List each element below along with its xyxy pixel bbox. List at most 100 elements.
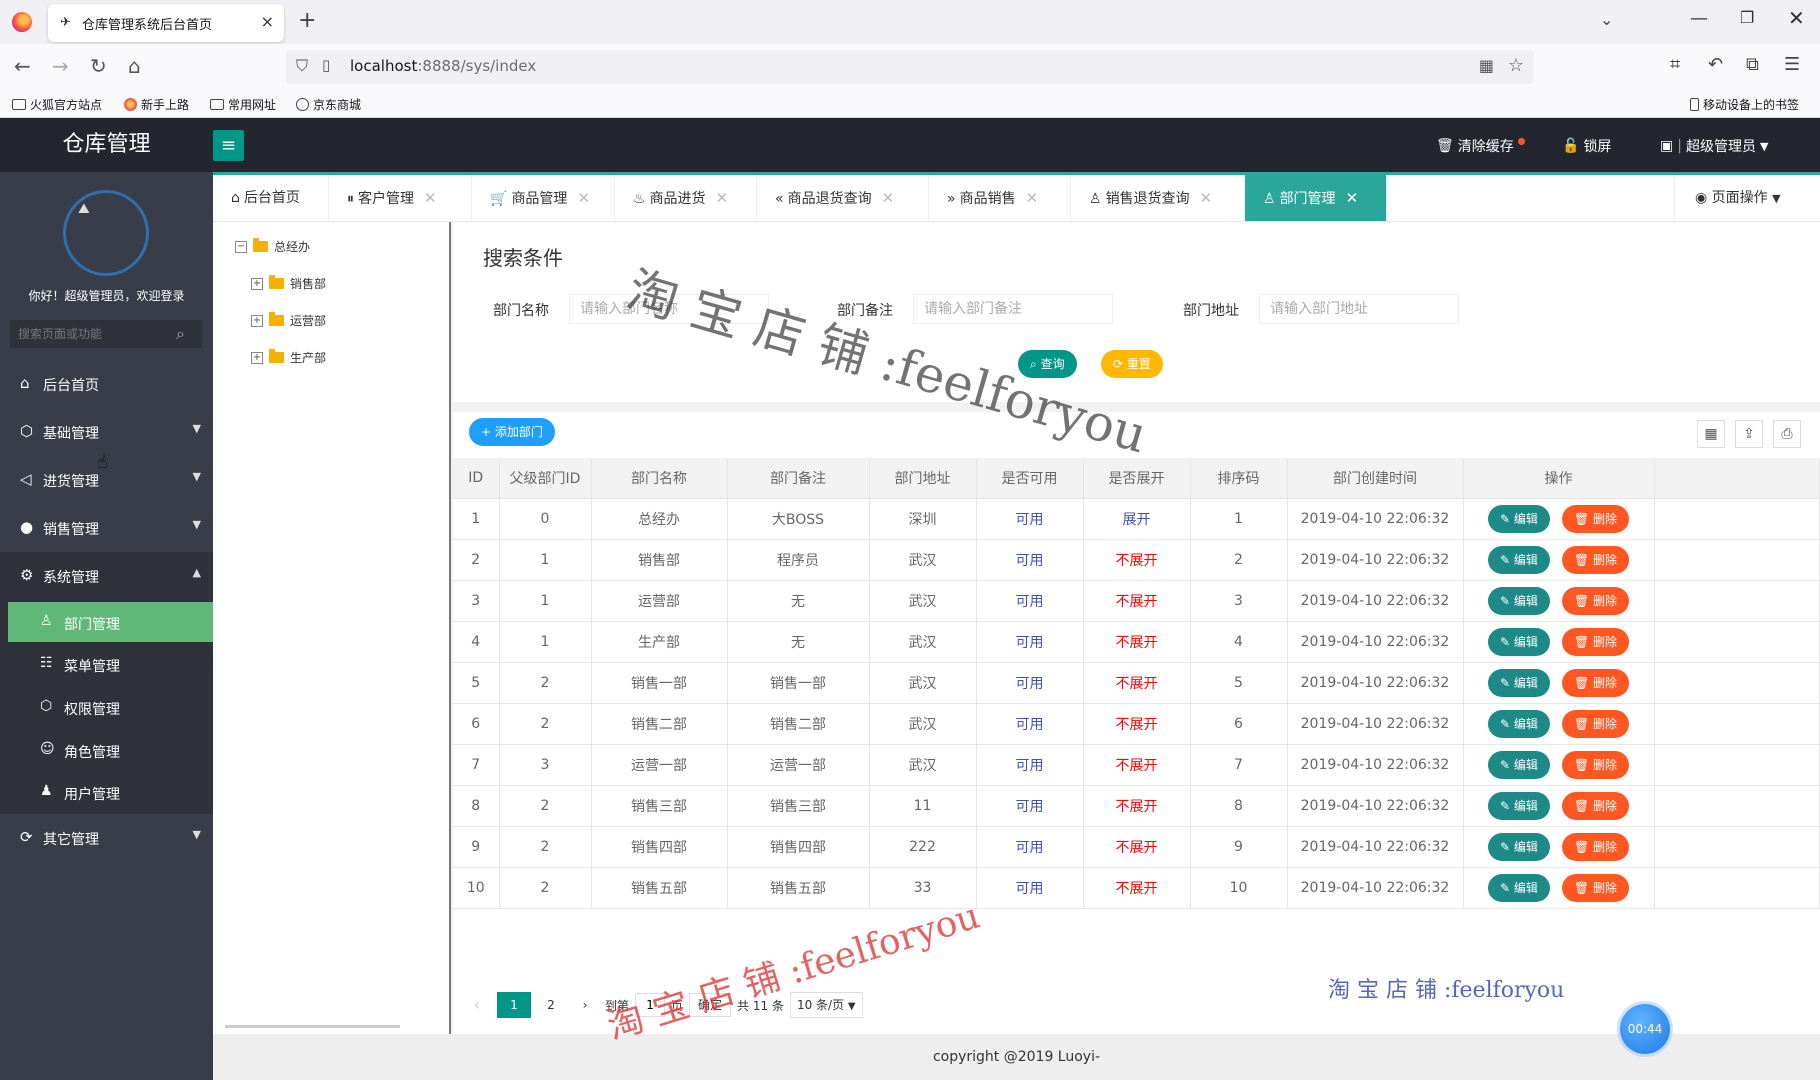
- tab-close-icon[interactable]: ✕: [1026, 189, 1039, 207]
- back-arrow-icon[interactable]: ←: [14, 54, 31, 78]
- col-header-order[interactable]: 排序码: [1190, 458, 1288, 499]
- edit-button[interactable]: ✎ 编辑: [1488, 709, 1550, 738]
- crop-icon[interactable]: ⌗: [1670, 54, 1680, 75]
- edit-button[interactable]: ✎ 编辑: [1488, 627, 1550, 656]
- menu-item-basic[interactable]: ⬡ 基础管理 ▼: [0, 408, 213, 456]
- table-row[interactable]: 9 2 销售四部 销售四部 222 可用 不展开 9 2019-04-10 22:06:32 ✎ …: [453, 826, 1820, 868]
- delete-button[interactable]: 🗑 删除: [1561, 668, 1629, 697]
- new-tab-button[interactable]: +: [298, 8, 316, 33]
- expand-icon[interactable]: +: [251, 351, 263, 364]
- bookmark-firefox-site[interactable]: 火狐官方站点: [12, 96, 102, 113]
- tab-close-icon[interactable]: ✕: [716, 189, 729, 207]
- tab-goods[interactable]: 🛒 商品管理 ✕: [472, 175, 615, 221]
- goto-page-input[interactable]: [635, 993, 666, 1017]
- lock-screen-button[interactable]: 🔓 锁屏: [1562, 136, 1611, 156]
- dept-name-input[interactable]: [569, 294, 769, 324]
- tab-close-icon[interactable]: ✕: [1200, 189, 1213, 207]
- forward-arrow-icon[interactable]: →: [52, 54, 69, 78]
- page-size-select[interactable]: 10 条/页 ▼: [789, 992, 863, 1018]
- menu-item-home[interactable]: ⌂ 后台首页: [0, 360, 213, 408]
- delete-button[interactable]: 🗑 删除: [1561, 504, 1629, 533]
- browser-tab-close-icon[interactable]: ×: [261, 12, 274, 31]
- prev-page-icon[interactable]: ‹: [463, 992, 491, 1018]
- edit-button[interactable]: ✎ 编辑: [1488, 832, 1550, 861]
- tree-horizontal-scrollbar[interactable]: [225, 1025, 400, 1028]
- edit-button[interactable]: ✎ 编辑: [1488, 791, 1550, 820]
- edit-button[interactable]: ✎ 编辑: [1488, 545, 1550, 574]
- delete-button[interactable]: 🗑 删除: [1561, 832, 1629, 861]
- table-row[interactable]: 8 2 销售三部 销售三部 11 可用 不展开 8 2019-04-10 22:06:32 ✎ 编…: [453, 785, 1820, 827]
- collapse-icon[interactable]: −: [235, 240, 247, 253]
- add-department-button[interactable]: + 添加部门: [469, 418, 555, 446]
- app-menu-icon[interactable]: ☰: [1784, 54, 1800, 75]
- dept-remark-input[interactable]: [913, 294, 1113, 324]
- url-bar[interactable]: ⛉ ▯ localhost:8888/sys/index ▦ ☆: [286, 50, 1534, 84]
- tabs-list-chevron-icon[interactable]: ⌄: [1600, 10, 1613, 29]
- delete-button[interactable]: 🗑 删除: [1561, 791, 1629, 820]
- table-row[interactable]: 10 2 销售五部 销售五部 33 可用 不展开 10 2019-04-10 22:06:32 ✎…: [453, 867, 1820, 909]
- tab-department[interactable]: ♙ 部门管理 ✕: [1245, 175, 1387, 221]
- col-header-name[interactable]: 部门名称: [591, 458, 728, 499]
- tree-node-production[interactable]: + 生产部: [251, 349, 326, 366]
- page-operation-menu[interactable]: ◉ 页面操作 ▼: [1674, 175, 1820, 221]
- col-header-available[interactable]: 是否可用: [976, 458, 1084, 499]
- avatar[interactable]: ⛰: [63, 190, 149, 276]
- delete-button[interactable]: 🗑 删除: [1561, 873, 1629, 902]
- dept-address-input[interactable]: [1259, 294, 1459, 324]
- menu-item-sales[interactable]: ● 销售管理 ▼: [0, 504, 213, 552]
- column-filter-icon[interactable]: ▦: [1697, 420, 1725, 448]
- col-header-remark[interactable]: 部门备注: [727, 458, 870, 499]
- sub-item-role[interactable]: ☺ 角色管理: [8, 730, 213, 770]
- edit-button[interactable]: ✎ 编辑: [1488, 586, 1550, 615]
- delete-button[interactable]: 🗑 删除: [1561, 545, 1629, 574]
- page-2[interactable]: 2: [537, 992, 565, 1018]
- tree-node-sales[interactable]: + 销售部: [251, 275, 326, 292]
- sub-item-menu[interactable]: ☷ 菜单管理: [8, 644, 213, 684]
- search-icon[interactable]: ⌕: [176, 324, 185, 344]
- firefox-logo-icon[interactable]: [12, 12, 32, 32]
- expand-icon[interactable]: +: [251, 277, 263, 290]
- col-header-address[interactable]: 部门地址: [869, 458, 977, 499]
- bookmark-mobile[interactable]: 移动设备上的书签: [1690, 96, 1799, 113]
- table-row[interactable]: 4 1 生产部无武汉 可用 不展开 4 2019-04-10 22:06:32 ✎ 编辑 🗑 删…: [453, 621, 1820, 663]
- window-restore-icon[interactable]: ❐: [1740, 8, 1754, 27]
- delete-button[interactable]: 🗑 删除: [1561, 627, 1629, 656]
- bookmark-jd[interactable]: 京东商城: [296, 96, 361, 113]
- sidebar-search-input[interactable]: [10, 320, 202, 348]
- page-info-icon[interactable]: ▯: [322, 56, 330, 74]
- timer-badge[interactable]: 00:44: [1620, 1004, 1670, 1054]
- window-close-icon[interactable]: ✕: [1788, 6, 1805, 30]
- clear-cache-button[interactable]: 🗑 清除缓存: [1436, 136, 1525, 156]
- reload-icon[interactable]: ↻: [90, 54, 107, 78]
- menu-toggle-button[interactable]: ≡: [213, 130, 244, 161]
- tab-goods-purchase[interactable]: ♨ 商品进货 ✕: [615, 175, 757, 221]
- browser-tab[interactable]: ✈ 仓库管理系统后台首页 ×: [48, 4, 284, 42]
- bookmark-getting-started[interactable]: 新手上路: [124, 96, 189, 113]
- goto-confirm-button[interactable]: 确定: [689, 993, 732, 1017]
- edit-button[interactable]: ✎ 编辑: [1488, 668, 1550, 697]
- window-minimize-icon[interactable]: —: [1690, 8, 1708, 29]
- tab-close-icon[interactable]: ✕: [424, 189, 437, 207]
- tab-sales-return-query[interactable]: ♙ 销售退货查询 ✕: [1071, 175, 1245, 221]
- print-icon[interactable]: ⎙: [1773, 420, 1801, 448]
- tab-home[interactable]: ⌂ 后台首页: [213, 175, 329, 221]
- tree-node-root[interactable]: − 总经办: [235, 238, 310, 255]
- table-row[interactable]: 2 1 销售部 程序员 武汉 可用 不展开 2 2019-04-10 22:06:32 ✎ 编辑 🗑…: [453, 539, 1820, 581]
- tab-close-icon[interactable]: ✕: [577, 189, 590, 207]
- url-text[interactable]: localhost:8888/sys/index: [350, 57, 536, 75]
- extensions-icon[interactable]: ⧉: [1746, 54, 1759, 75]
- table-row[interactable]: 6 2 销售二部 销售二部 武汉 可用 不展开 6 2019-04-10 22:06:32 ✎ 编…: [453, 703, 1820, 745]
- table-row[interactable]: 1 0 总经办 大BOSS 深圳 可用 展开 1 2019-04-10 22:06:32 ✎ 编辑…: [453, 498, 1820, 540]
- tab-goods-sales[interactable]: » 商品销售 ✕: [929, 175, 1071, 221]
- col-header-expanded[interactable]: 是否展开: [1083, 458, 1191, 499]
- export-icon[interactable]: ⇪: [1735, 420, 1763, 448]
- edit-button[interactable]: ✎ 编辑: [1488, 873, 1550, 902]
- home-icon[interactable]: ⌂: [128, 54, 141, 78]
- sub-item-permission[interactable]: ⬡ 权限管理: [8, 687, 213, 727]
- menu-item-system[interactable]: ⚙ 系统管理 ▲: [0, 552, 213, 600]
- sub-item-user[interactable]: ♟ 用户管理: [8, 772, 213, 812]
- edit-button[interactable]: ✎ 编辑: [1488, 504, 1550, 533]
- bookmark-common-sites[interactable]: 常用网址: [210, 96, 276, 113]
- edit-button[interactable]: ✎ 编辑: [1488, 750, 1550, 779]
- bookmark-star-icon[interactable]: ☆: [1508, 55, 1524, 76]
